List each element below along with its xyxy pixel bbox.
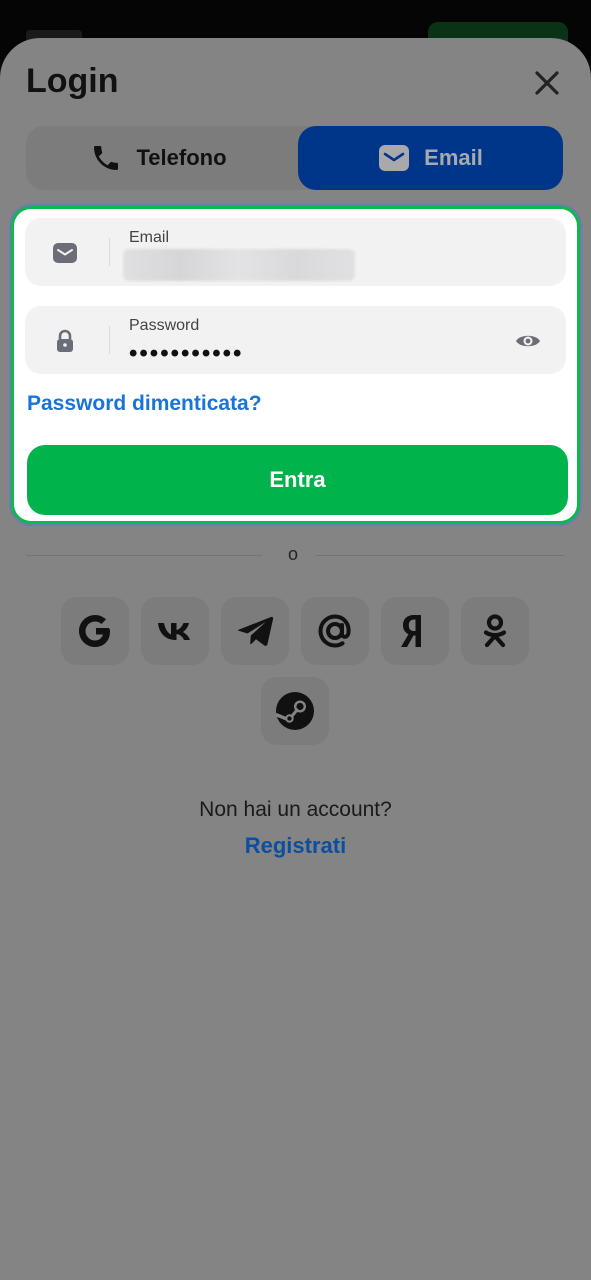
lock-icon bbox=[57, 329, 73, 352]
yandex-login-button[interactable] bbox=[381, 597, 449, 665]
odnoklassniki-login-button[interactable] bbox=[461, 597, 529, 665]
register-link[interactable]: Registrati bbox=[0, 833, 591, 859]
divider-right bbox=[316, 555, 564, 556]
login-method-tabs: Telefono Email bbox=[26, 126, 563, 190]
page-title: Login bbox=[26, 62, 119, 100]
yandex-icon bbox=[401, 615, 421, 647]
telegram-icon bbox=[237, 616, 274, 646]
login-sheet: Login Telefono Email Email Password ••••… bbox=[0, 38, 591, 1280]
envelope-icon bbox=[53, 243, 77, 263]
divider-left bbox=[26, 555, 262, 556]
odnoklassniki-icon bbox=[483, 614, 507, 648]
google-login-button[interactable] bbox=[61, 597, 129, 665]
tab-email[interactable]: Email bbox=[298, 126, 563, 190]
email-value-redacted bbox=[123, 249, 355, 281]
vk-icon bbox=[158, 623, 190, 640]
phone-icon bbox=[94, 146, 119, 170]
field-separator bbox=[109, 326, 110, 354]
divider-text: o bbox=[288, 544, 299, 564]
tab-email-label: Email bbox=[424, 145, 483, 170]
tab-phone[interactable]: Telefono bbox=[26, 126, 291, 190]
signup-prompt: Non hai un account? bbox=[199, 798, 392, 821]
close-icon[interactable] bbox=[534, 70, 560, 96]
email-field-label: Email bbox=[129, 229, 170, 246]
google-icon bbox=[79, 615, 110, 647]
envelope-icon bbox=[379, 145, 410, 171]
login-form: Email Password ••••••••••• Password dime… bbox=[11, 206, 580, 524]
email-field[interactable]: Email bbox=[25, 218, 566, 286]
mail-login-button[interactable] bbox=[301, 597, 369, 665]
steam-login-button[interactable] bbox=[261, 677, 329, 745]
mail-at-icon bbox=[318, 614, 351, 648]
field-separator bbox=[109, 238, 110, 266]
vk-login-button[interactable] bbox=[141, 597, 209, 665]
steam-icon bbox=[275, 692, 314, 730]
telegram-login-button[interactable] bbox=[221, 597, 289, 665]
eye-icon[interactable] bbox=[514, 327, 542, 355]
login-button[interactable]: Entra bbox=[27, 445, 568, 515]
password-field-label: Password bbox=[129, 317, 200, 334]
password-field[interactable]: Password ••••••••••• bbox=[25, 306, 566, 374]
forgot-password-link[interactable]: Password dimenticata? bbox=[27, 392, 262, 416]
password-value: ••••••••••• bbox=[129, 340, 244, 367]
tab-phone-label: Telefono bbox=[136, 145, 227, 170]
